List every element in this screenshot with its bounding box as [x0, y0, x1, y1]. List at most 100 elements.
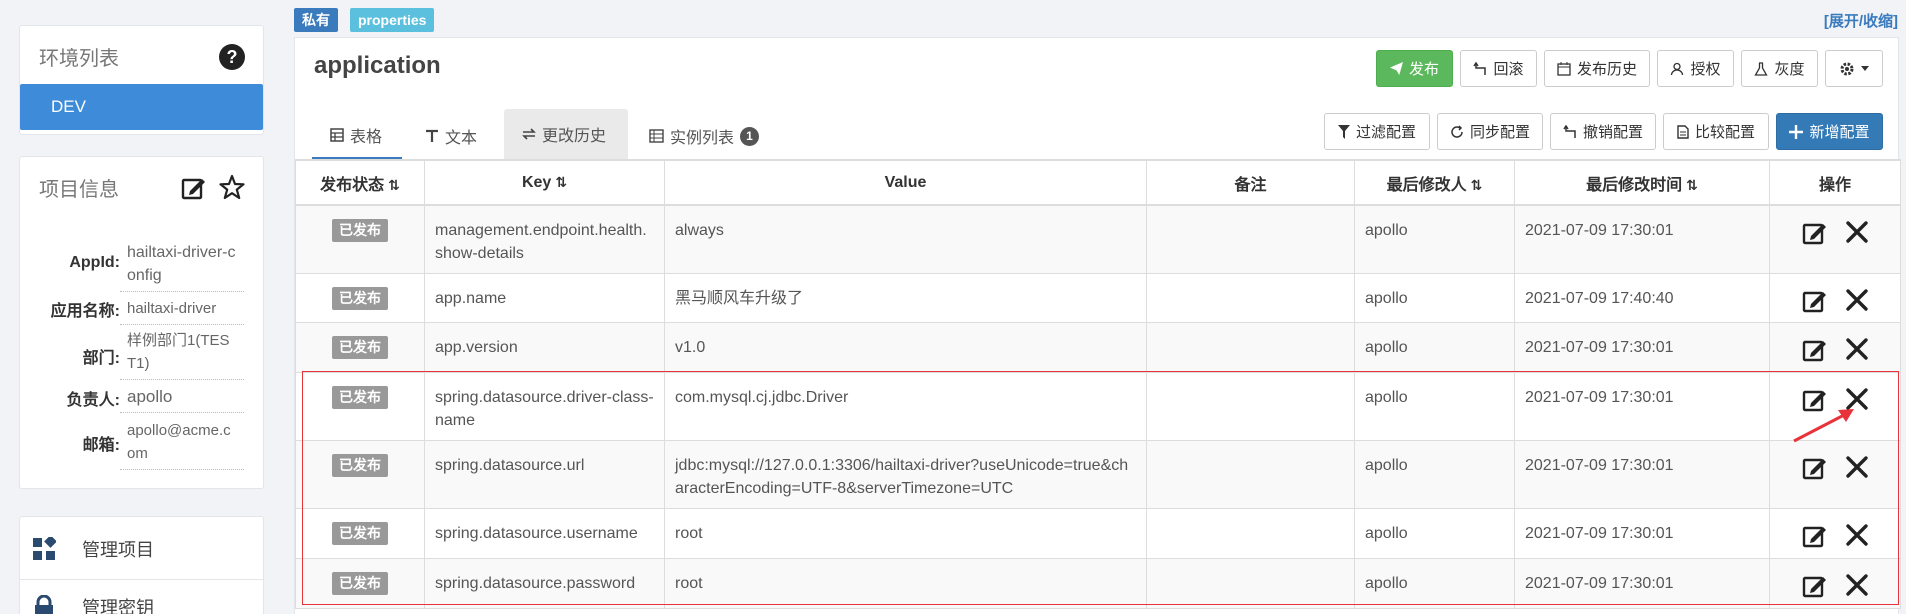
- publish-button[interactable]: 发布: [1376, 50, 1453, 87]
- actions-cell: [1769, 204, 1901, 274]
- table-row: 已发布 app.name 黑马顺风车升级了 apollo 2021-07-09 17:4…: [295, 273, 1901, 323]
- publish-history-button[interactable]: 发布历史: [1544, 50, 1650, 87]
- text-icon: [426, 129, 438, 142]
- tab-change-history-label: 更改历史: [542, 128, 607, 145]
- value-cell: jdbc:mysql://127.0.0.1:3306/hailtaxi-dri…: [664, 440, 1147, 509]
- delete-icon[interactable]: [1845, 288, 1869, 312]
- time-cell: 2021-07-09 17:40:40: [1514, 273, 1770, 323]
- published-badge: 已发布: [332, 336, 388, 359]
- exchange-icon: [522, 128, 536, 140]
- authorize-label: 授权: [1690, 61, 1721, 78]
- modifier-cell: apollo: [1354, 273, 1515, 323]
- add-config-button[interactable]: 新增配置: [1776, 113, 1883, 150]
- tab-text[interactable]: 文本: [407, 113, 495, 159]
- tab-table[interactable]: 表格: [312, 113, 402, 159]
- info-label: 应用名称:: [50, 303, 120, 320]
- edit-icon[interactable]: [1802, 288, 1828, 314]
- authorize-button[interactable]: 授权: [1657, 50, 1734, 87]
- edit-icon[interactable]: [1802, 220, 1828, 246]
- edit-icon[interactable]: [1802, 573, 1828, 599]
- modifier-cell: apollo: [1354, 204, 1515, 274]
- manage-project-label: 管理项目: [82, 540, 154, 560]
- table-row: 已发布 spring.datasource.url jdbc:mysql://127…: [295, 440, 1901, 509]
- tab-instance-list[interactable]: 实例列表 1: [631, 113, 777, 159]
- actions-cell: [1769, 558, 1901, 609]
- manage-project-item[interactable]: 管理项目: [20, 517, 263, 577]
- edit-icon[interactable]: [1802, 337, 1828, 363]
- comment-cell: [1146, 322, 1355, 373]
- value-cell: always: [664, 204, 1147, 274]
- help-icon[interactable]: ?: [219, 44, 245, 70]
- info-value: hailtaxi-driver: [120, 297, 244, 325]
- delete-icon[interactable]: [1845, 523, 1869, 547]
- private-tag: 私有: [294, 8, 338, 32]
- header-label: Value: [884, 173, 927, 191]
- time-cell: 2021-07-09 17:30:01: [1514, 558, 1770, 609]
- col-header-status[interactable]: 发布状态 ⇅: [295, 159, 425, 206]
- key-cell: spring.datasource.url: [424, 440, 665, 509]
- lock-icon: [35, 595, 53, 614]
- delete-icon[interactable]: [1845, 337, 1869, 361]
- row-actions: [1780, 336, 1890, 363]
- header-label: Key: [521, 173, 552, 191]
- info-label: 部门:: [82, 350, 120, 367]
- published-badge: 已发布: [332, 522, 388, 545]
- star-icon[interactable]: [219, 174, 245, 200]
- value-cell: v1.0: [664, 322, 1147, 373]
- col-header-modifier[interactable]: 最后修改人 ⇅: [1354, 159, 1515, 206]
- project-info-panel: 项目信息 AppId: hailtaxi-driver-config 应用名称:…: [19, 156, 264, 489]
- gray-release-label: 灰度: [1774, 61, 1805, 78]
- header-label: 最后修改时间: [1586, 176, 1683, 194]
- table-icon: [330, 128, 344, 142]
- status-cell: 已发布: [295, 508, 425, 559]
- tab-change-history[interactable]: 更改历史: [504, 109, 628, 159]
- info-value: apollo: [120, 385, 244, 413]
- flask-icon: [1754, 61, 1769, 76]
- revoke-config-button[interactable]: 撤销配置: [1550, 113, 1656, 150]
- comment-cell: [1146, 508, 1355, 559]
- env-item-dev[interactable]: DEV: [20, 84, 263, 130]
- value-cell: root: [664, 558, 1147, 609]
- header-label: 最后修改人: [1386, 176, 1467, 194]
- published-badge: 已发布: [332, 386, 388, 409]
- status-cell: 已发布: [295, 372, 425, 441]
- key-cell: spring.datasource.username: [424, 508, 665, 559]
- rollback-icon: [1473, 61, 1487, 75]
- edit-icon[interactable]: [1802, 455, 1828, 481]
- key-cell: app.version: [424, 322, 665, 373]
- rollback-button[interactable]: 回滚: [1460, 50, 1537, 87]
- table-row: 已发布 management.endpoint.health.show-detai…: [295, 204, 1901, 274]
- gray-release-button[interactable]: 灰度: [1741, 50, 1818, 87]
- gear-icon: [1840, 62, 1854, 75]
- delete-icon[interactable]: [1845, 573, 1869, 597]
- edit-icon[interactable]: [1802, 523, 1828, 549]
- comment-cell: [1146, 372, 1355, 441]
- settings-dropdown-button[interactable]: [1825, 50, 1883, 87]
- edit-project-icon[interactable]: [181, 175, 207, 201]
- time-cell: 2021-07-09 17:30:01: [1514, 204, 1770, 274]
- caret-down-icon: [1861, 65, 1869, 71]
- table-row: 已发布 spring.datasource.username root apollo 2…: [295, 508, 1901, 559]
- sort-icon: ⇅: [555, 173, 568, 190]
- publish-label: 发布: [1408, 61, 1439, 78]
- expand-collapse-link[interactable]: [展开/收缩]: [1824, 10, 1898, 31]
- delete-icon[interactable]: [1845, 455, 1869, 479]
- manage-key-item[interactable]: 管理密钥: [20, 580, 263, 614]
- compare-config-button[interactable]: 比较配置: [1663, 113, 1769, 150]
- time-cell: 2021-07-09 17:30:01: [1514, 440, 1770, 509]
- add-config-label: 新增配置: [1809, 124, 1870, 141]
- delete-icon[interactable]: [1845, 220, 1869, 244]
- col-header-key[interactable]: Key ⇅: [424, 159, 665, 206]
- header-label: 备注: [1234, 176, 1267, 194]
- comment-cell: [1146, 273, 1355, 323]
- col-header-time[interactable]: 最后修改时间 ⇅: [1514, 159, 1770, 206]
- sync-icon: [1451, 124, 1463, 138]
- format-tag: properties: [350, 8, 435, 32]
- sort-icon: ⇅: [388, 176, 400, 193]
- value-cell: 黑马顺风车升级了: [664, 273, 1147, 323]
- filter-config-button[interactable]: 过滤配置: [1324, 113, 1430, 150]
- comment-cell: [1146, 204, 1355, 274]
- rollback-label: 回滚: [1493, 61, 1524, 78]
- sync-config-button[interactable]: 同步配置: [1437, 113, 1543, 150]
- value-cell: root: [664, 508, 1147, 559]
